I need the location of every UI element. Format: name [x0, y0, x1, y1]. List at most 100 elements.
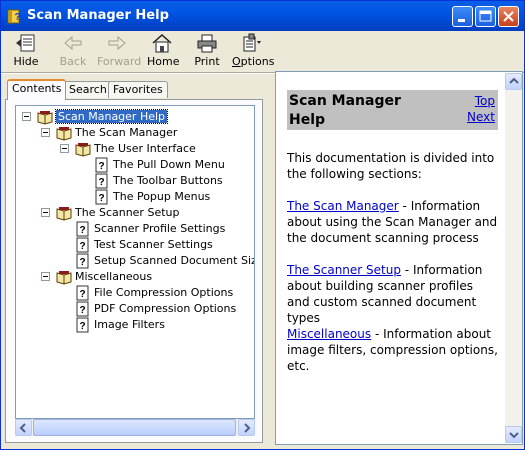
maximize-icon [479, 10, 492, 22]
help-page-icon: ? [76, 285, 89, 301]
next-link[interactable]: Next [467, 110, 495, 124]
tab-favorites[interactable]: Favorites [108, 81, 168, 98]
tree-item-label: Test Scanner Settings [94, 238, 213, 251]
back-arrow-icon [64, 35, 82, 51]
svg-text:?: ? [80, 241, 86, 252]
toolbar: Hide Back Forward Home Print Options [1, 31, 524, 71]
options-button[interactable]: Options [232, 33, 275, 69]
scroll-right-button[interactable] [238, 419, 255, 436]
minimize-button[interactable] [452, 6, 473, 27]
forward-button[interactable]: Forward [97, 33, 141, 69]
tree-item-label: Scanner Profile Settings [94, 222, 226, 235]
svg-text:?: ? [15, 12, 21, 23]
collapse-icon[interactable] [22, 112, 31, 121]
scanner-setup-link[interactable]: The Scanner Setup [287, 263, 401, 277]
hide-pane-icon [16, 34, 35, 52]
section-miscellaneous: Miscellaneous - Information about image … [287, 326, 498, 374]
svg-text:?: ? [99, 177, 105, 188]
topic-header-banner: Scan Manager Help Top Next [287, 90, 498, 130]
home-label: Home [147, 55, 180, 68]
svg-text:?: ? [80, 289, 86, 300]
intro-text: This documentation is divided into the f… [287, 151, 495, 181]
contents-tree: Scan Manager Help The Scan Manager The U… [15, 105, 255, 419]
help-page-icon: ? [76, 253, 89, 269]
open-book-icon [75, 143, 91, 157]
open-book-icon [56, 207, 72, 221]
scroll-down-button[interactable] [505, 426, 522, 443]
svg-text:?: ? [80, 257, 86, 268]
help-page-icon: ? [76, 317, 89, 333]
collapse-icon[interactable] [41, 272, 50, 281]
scroll-thumb[interactable] [33, 419, 236, 436]
tree-item-label: Scan Manager Help [54, 109, 169, 124]
contents-panel: Scan Manager Help The Scan Manager The U… [5, 99, 263, 443]
maximize-button[interactable] [475, 6, 496, 27]
print-label: Print [194, 55, 220, 68]
tree-horizontal-scrollbar[interactable] [15, 419, 255, 436]
close-button[interactable] [498, 6, 519, 27]
options-label: Options [232, 55, 275, 68]
tree-item-label: PDF Compression Options [94, 302, 237, 315]
arrow-left-icon [19, 423, 26, 433]
tree-item-label: The Popup Menus [113, 190, 211, 203]
options-icon [243, 33, 261, 52]
back-button[interactable]: Back [57, 33, 89, 69]
home-icon [152, 33, 172, 53]
scroll-up-button[interactable] [505, 73, 522, 90]
open-book-icon [37, 111, 53, 125]
content-vertical-scrollbar[interactable] [505, 73, 522, 443]
help-page-icon: ? [95, 173, 108, 189]
minimize-icon [458, 19, 465, 22]
tree-item-label: The Scan Manager [75, 126, 178, 139]
help-book-icon: ? [7, 9, 21, 24]
tree-item-label: Image Filters [94, 318, 165, 331]
tree-item-label: File Compression Options [94, 286, 234, 299]
help-page-icon: ? [76, 221, 89, 237]
svg-text:?: ? [80, 321, 86, 332]
tab-search[interactable]: Search [64, 81, 112, 98]
tree-item-label: Miscellaneous [75, 270, 153, 283]
arrow-up-icon [509, 77, 519, 84]
title-bar[interactable]: ? Scan Manager Help [1, 1, 524, 31]
collapse-icon[interactable] [41, 128, 50, 137]
svg-text:?: ? [99, 193, 105, 204]
close-icon [503, 11, 514, 22]
back-label: Back [59, 55, 87, 68]
help-page-icon: ? [95, 189, 108, 205]
tree-item-label: The Pull Down Menu [113, 158, 225, 171]
hide-label: Hide [13, 55, 39, 68]
topic-title: Scan Manager Help [289, 93, 401, 128]
pane-splitter[interactable] [267, 71, 272, 449]
scroll-left-button[interactable] [15, 419, 32, 436]
tab-contents[interactable]: Contents [7, 79, 67, 100]
tree-item-label: The Toolbar Buttons [113, 174, 223, 187]
top-link[interactable]: Top [475, 94, 495, 108]
scan-manager-link[interactable]: The Scan Manager [287, 199, 399, 213]
tree-item-label: The User Interface [94, 142, 196, 155]
tab-favorites-label: Favorites [113, 83, 163, 96]
svg-text:?: ? [99, 161, 105, 172]
tab-contents-label: Contents [12, 82, 62, 95]
miscellaneous-link[interactable]: Miscellaneous [287, 327, 371, 341]
arrow-down-icon [509, 432, 519, 439]
svg-text:?: ? [80, 225, 86, 236]
help-window: ? Scan Manager Help Hide Back Forward Ho… [0, 0, 525, 450]
collapse-icon[interactable] [41, 208, 50, 217]
window-title: Scan Manager Help [27, 8, 169, 23]
tree-item-label: Setup Scanned Document Sizes [94, 254, 255, 267]
open-book-icon [56, 271, 72, 285]
help-page-icon: ? [95, 157, 108, 173]
hide-button[interactable]: Hide [11, 33, 41, 69]
help-page-icon: ? [76, 237, 89, 253]
forward-arrow-icon [108, 35, 126, 51]
arrow-right-icon [244, 423, 251, 433]
topic-content-pane: Scan Manager Help Top Next This document… [275, 71, 523, 445]
open-book-icon [56, 127, 72, 141]
tab-search-label: Search [69, 83, 107, 96]
collapse-icon[interactable] [60, 144, 69, 153]
section-scanner-setup: The Scanner Setup - Information about bu… [287, 262, 498, 326]
tree-item-label: The Scanner Setup [75, 206, 180, 219]
home-button[interactable]: Home [147, 33, 180, 69]
svg-text:?: ? [80, 305, 86, 316]
print-button[interactable]: Print [192, 33, 222, 69]
